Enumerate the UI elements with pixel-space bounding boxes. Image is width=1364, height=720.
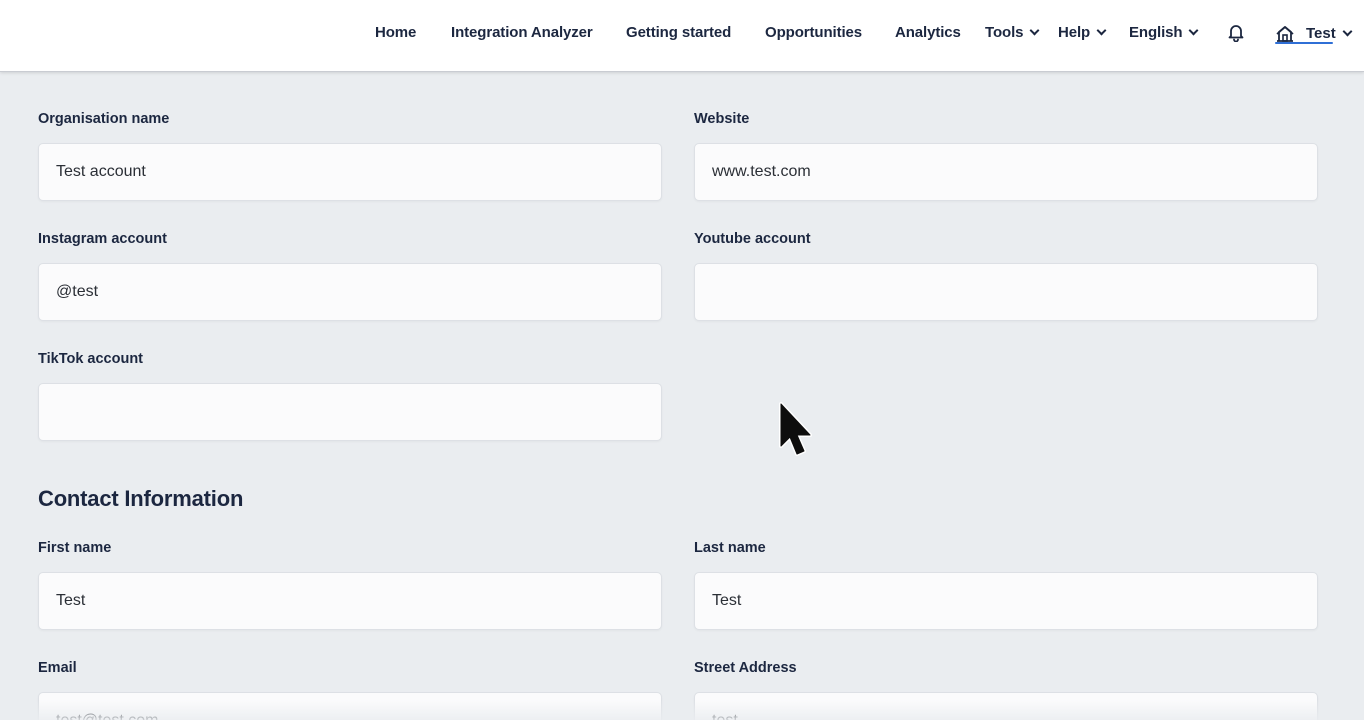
nav-opportunities[interactable]: Opportunities (765, 21, 862, 43)
last-name-label: Last name (694, 540, 766, 556)
instagram-account-label: Instagram account (38, 231, 167, 247)
youtube-account-label: Youtube account (694, 231, 811, 247)
youtube-account-field[interactable] (694, 263, 1318, 321)
chevron-down-icon (1096, 25, 1107, 35)
tiktok-account-field[interactable] (38, 383, 662, 441)
organisation-icon (1276, 26, 1294, 42)
page: Home Integration Analyzer Getting starte… (0, 0, 1364, 720)
instagram-account-field[interactable]: @test (38, 263, 662, 321)
nav-home[interactable]: Home (375, 21, 416, 43)
email-label: Email (38, 660, 77, 676)
nav-analytics[interactable]: Analytics (895, 21, 961, 43)
nav-help-dropdown[interactable]: Help (1058, 21, 1107, 43)
organisation-name-label: Organisation name (38, 111, 170, 127)
chevron-down-icon (1029, 25, 1040, 35)
nav-integration-analyzer[interactable]: Integration Analyzer (451, 21, 593, 43)
nav-getting-started[interactable]: Getting started (626, 21, 731, 43)
account-name: Test (1306, 24, 1336, 42)
tiktok-account-label: TikTok account (38, 351, 144, 367)
website-field[interactable]: www.test.com (694, 143, 1318, 201)
nav-help-label: Help (1058, 23, 1091, 41)
nav-tools-dropdown[interactable]: Tools (985, 21, 1040, 43)
chevron-down-icon (1189, 25, 1199, 35)
first-name-field[interactable]: Test (38, 572, 662, 630)
website-label: Website (694, 111, 750, 127)
email-field[interactable]: test@test.com (38, 692, 662, 720)
organisation-name-field[interactable]: Test account (38, 143, 662, 201)
street-address-field[interactable]: test (694, 692, 1318, 720)
chevron-down-icon (1342, 26, 1353, 36)
nav-tools-label: Tools (985, 23, 1024, 41)
last-name-field[interactable]: Test (694, 572, 1318, 630)
active-account-indicator (1275, 42, 1333, 44)
language-selector-label: English (1129, 23, 1183, 41)
mouse-pointer-icon (779, 402, 812, 456)
contact-information-heading: Contact Information (38, 486, 244, 511)
language-selector[interactable]: English (1129, 21, 1199, 43)
top-navigation: Home Integration Analyzer Getting starte… (0, 0, 1364, 72)
bell-icon[interactable] (1226, 22, 1246, 42)
first-name-label: First name (38, 540, 112, 556)
street-address-label: Street Address (694, 660, 797, 676)
